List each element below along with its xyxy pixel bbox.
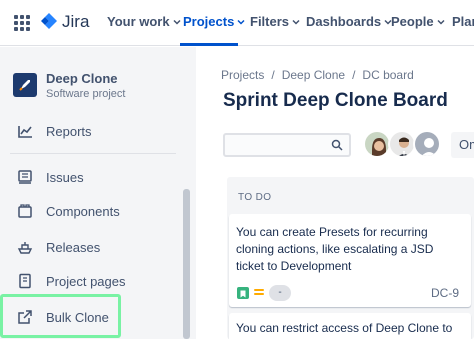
sidebar-item-releases[interactable]: Releases bbox=[10, 231, 180, 263]
breadcrumb-separator: / bbox=[352, 68, 356, 82]
sidebar-scrollbar[interactable] bbox=[183, 189, 190, 339]
issues-list-icon bbox=[14, 166, 36, 188]
avatar-user-1[interactable] bbox=[363, 130, 391, 158]
jira-logo[interactable]: Jira bbox=[40, 12, 89, 32]
sidebar-item-label: Releases bbox=[46, 239, 101, 255]
breadcrumb-dc-board[interactable]: DC board bbox=[362, 68, 413, 82]
page-icon bbox=[14, 270, 36, 292]
avatar-user-3[interactable] bbox=[413, 130, 441, 158]
breadcrumb-deep-clone[interactable]: Deep Clone bbox=[282, 68, 345, 82]
issue-key[interactable]: DC-9 bbox=[431, 286, 459, 300]
breadcrumb: Projects / Deep Clone / DC board bbox=[221, 68, 414, 82]
chart-line-icon bbox=[14, 120, 36, 142]
sidebar-divider bbox=[10, 153, 176, 154]
board-search-input[interactable] bbox=[223, 133, 351, 157]
story-icon bbox=[237, 287, 249, 299]
breadcrumb-separator: / bbox=[271, 68, 275, 82]
sidebar-item-issues[interactable]: Issues bbox=[10, 161, 180, 193]
priority-medium-icon bbox=[254, 289, 264, 297]
app-switcher-icon[interactable] bbox=[14, 15, 30, 31]
nav-your-work-label: Your work bbox=[107, 14, 170, 29]
chevron-down-icon bbox=[237, 19, 245, 25]
nav-plans-label: Plan bbox=[452, 14, 474, 29]
app-name: Jira bbox=[62, 12, 90, 31]
issue-summary: You can create Presets for recurring clo… bbox=[236, 225, 434, 273]
nav-your-work[interactable]: Your work bbox=[107, 14, 181, 29]
nav-projects[interactable]: Projects bbox=[183, 14, 245, 29]
sidebar-item-label: Reports bbox=[46, 123, 92, 139]
chevron-down-icon bbox=[292, 19, 300, 25]
avatar-user-2[interactable] bbox=[388, 130, 416, 158]
nav-people-label: People bbox=[391, 14, 434, 29]
rocket-icon bbox=[13, 73, 37, 97]
sidebar-item-label: Issues bbox=[46, 169, 84, 185]
chevron-down-icon bbox=[437, 19, 445, 25]
sidebar-item-label: Components bbox=[46, 203, 120, 219]
sidebar-item-components[interactable]: Components bbox=[10, 195, 180, 227]
active-nav-indicator bbox=[180, 43, 238, 46]
column-title: TO DO bbox=[238, 192, 272, 203]
nav-filters[interactable]: Filters bbox=[250, 14, 300, 29]
nav-filters-label: Filters bbox=[250, 14, 290, 29]
sidebar-item-reports[interactable]: Reports bbox=[10, 115, 180, 147]
chevron-down-icon bbox=[173, 19, 181, 25]
sidebar-item-project-pages[interactable]: Project pages bbox=[10, 265, 180, 297]
issue-card[interactable]: You can restrict access of Deep Clone to bbox=[229, 313, 471, 339]
nav-plans[interactable]: Plan bbox=[452, 14, 474, 29]
issue-card[interactable]: You can create Presets for recurring clo… bbox=[229, 214, 471, 307]
search-icon bbox=[331, 139, 343, 151]
breadcrumb-projects[interactable]: Projects bbox=[221, 68, 264, 82]
nav-people[interactable]: People bbox=[391, 14, 445, 29]
board-extra-button[interactable]: Om bbox=[451, 132, 474, 158]
story-points-badge: - bbox=[269, 285, 291, 301]
board-column-todo: TO DO You can create Presets for recurri… bbox=[227, 177, 474, 339]
top-navigation-bar: Jira Your work Projects Filters Dashboar… bbox=[0, 0, 474, 46]
nav-dashboards-label: Dashboards bbox=[306, 14, 382, 29]
page-title: Sprint Deep Clone Board bbox=[223, 90, 448, 111]
nav-projects-label: Projects bbox=[183, 14, 235, 29]
nav-dashboards[interactable]: Dashboards bbox=[306, 14, 392, 29]
component-icon bbox=[14, 200, 36, 222]
issue-summary: You can restrict access of Deep Clone to bbox=[236, 321, 453, 335]
project-sidebar: Deep Clone Software project Reports Issu… bbox=[0, 47, 196, 339]
ship-icon bbox=[14, 236, 36, 258]
project-name[interactable]: Deep Clone bbox=[46, 71, 118, 86]
bulk-clone-highlight bbox=[0, 294, 121, 338]
jira-logo-icon bbox=[41, 13, 57, 29]
project-type: Software project bbox=[46, 88, 126, 100]
sidebar-item-label: Project pages bbox=[46, 273, 126, 289]
